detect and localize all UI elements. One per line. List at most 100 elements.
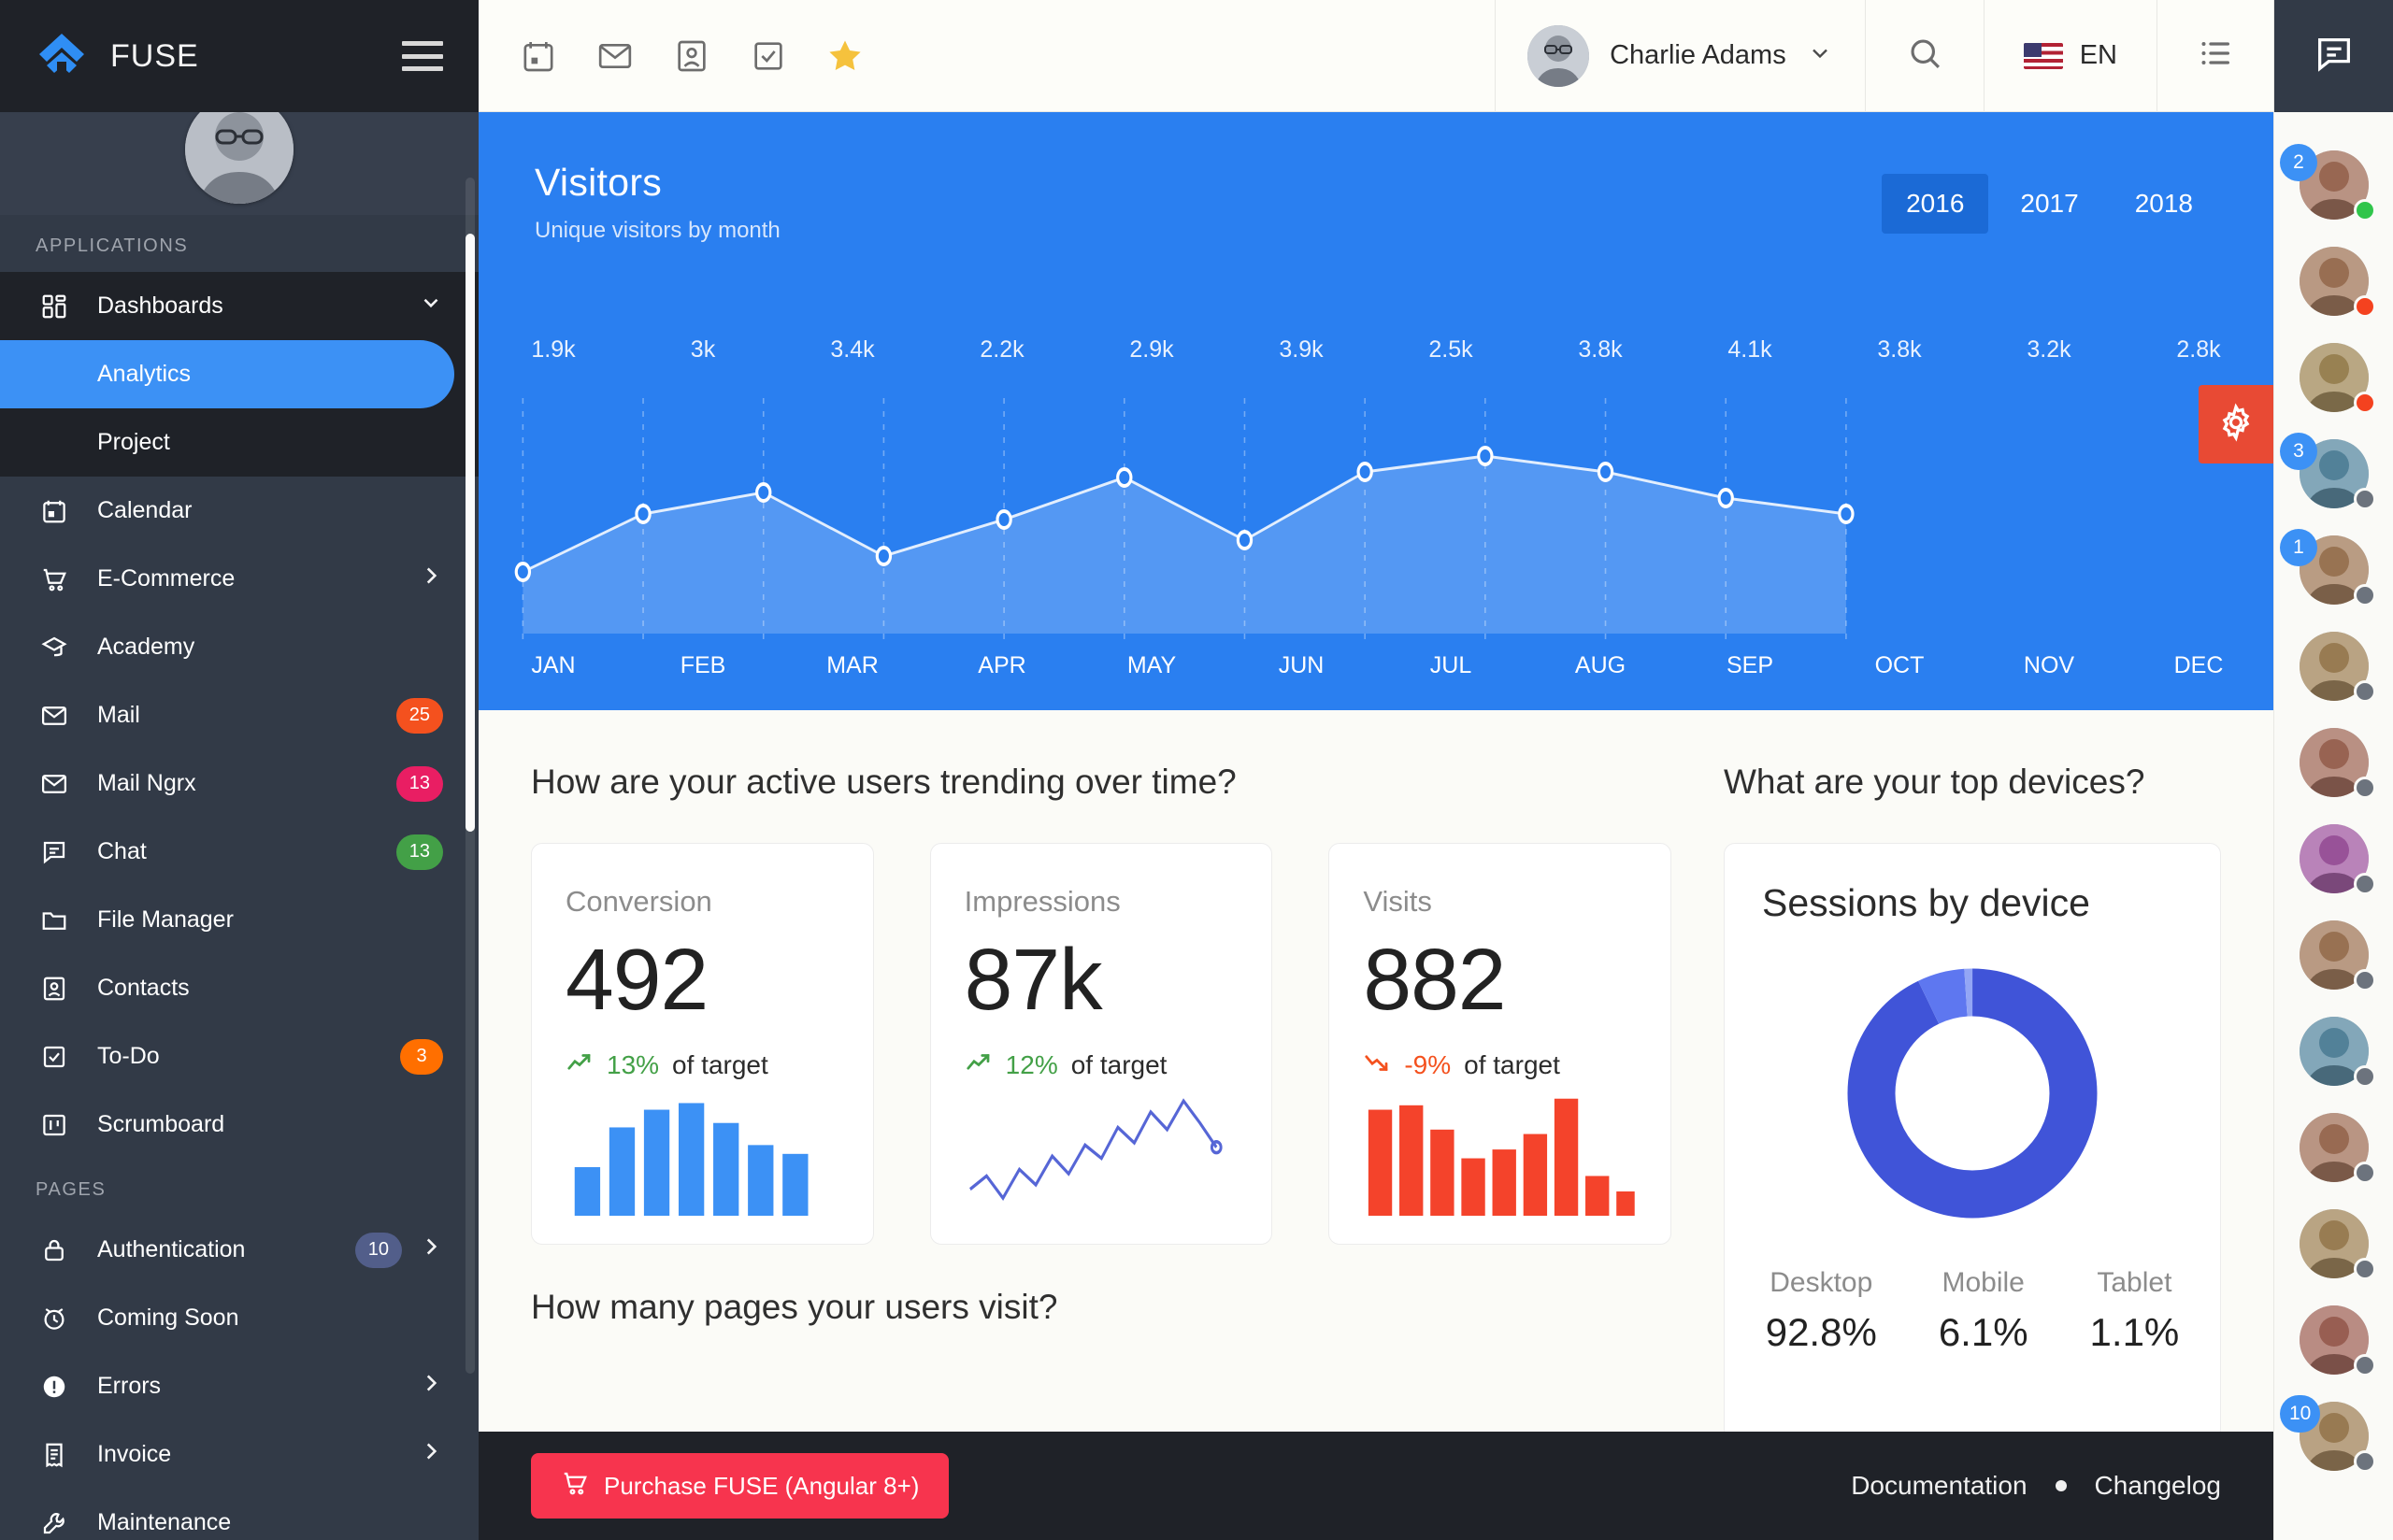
tab-2017[interactable]: 2017: [1996, 174, 2102, 234]
device-legend-item: Mobile 6.1%: [1939, 1267, 2028, 1355]
user-menu-button[interactable]: Charlie Adams: [1495, 0, 1865, 112]
chat-contact-item[interactable]: 3: [2274, 425, 2393, 521]
trend-down-icon: [1363, 1048, 1391, 1083]
lock-icon: [36, 1232, 73, 1269]
list-icon: [2197, 35, 2234, 77]
sidebar-item-coming-soon[interactable]: Coming Soon: [0, 1284, 479, 1352]
sidebar-item-label: Mail: [97, 702, 140, 728]
chart-value-label: 3.2k: [2027, 336, 2071, 363]
sidebar-item-errors[interactable]: Errors: [0, 1352, 479, 1420]
footer-separator-dot: [2055, 1480, 2067, 1491]
card-visits[interactable]: Visits 882 -9% of target: [1328, 843, 1672, 1245]
tab-2016[interactable]: 2016: [1882, 174, 1989, 234]
chat-contact-item[interactable]: [2274, 714, 2393, 810]
chat-contact-item[interactable]: [2274, 810, 2393, 906]
chart-settings-button[interactable]: [2199, 385, 2273, 463]
chevron-down-icon: [419, 291, 443, 321]
sidebar-item-label: Invoice: [97, 1441, 172, 1467]
sidebar-item-calendar[interactable]: Calendar: [0, 477, 479, 545]
chat-contact-item[interactable]: [2274, 233, 2393, 329]
sidebar-item-ecommerce[interactable]: E-Commerce: [0, 545, 479, 613]
sidebar-item-analytics[interactable]: Analytics: [0, 340, 454, 408]
sidebar-item-label: Errors: [97, 1373, 162, 1399]
mail-icon: [36, 697, 73, 734]
academy-icon: [36, 629, 73, 666]
chart-x-label: JUN: [1278, 652, 1325, 678]
tab-2018[interactable]: 2018: [2111, 174, 2217, 234]
chat-contact-item[interactable]: 1: [2274, 521, 2393, 618]
question-devices: What are your top devices?: [1724, 763, 2145, 801]
mail-icon[interactable]: [593, 34, 638, 78]
app-root: FUSE APPLICATIONS Dashboards Analytics P…: [0, 0, 2393, 1540]
sidebar-item-authentication[interactable]: Authentication 10: [0, 1216, 479, 1284]
sidebar-item-todo[interactable]: To-Do 3: [0, 1022, 479, 1091]
card-value: 492: [566, 931, 709, 1028]
sessions-by-device-card[interactable]: Sessions by device Desktop 92.8% Mobile …: [1724, 843, 2221, 1441]
sidebar-item-maintenance[interactable]: Maintenance: [0, 1489, 479, 1540]
documentation-link[interactable]: Documentation: [1851, 1471, 2027, 1501]
device-value: 92.8%: [1765, 1310, 1877, 1354]
chat-panel-header[interactable]: [2274, 0, 2393, 112]
sidebar-item-mail-ngrx[interactable]: Mail Ngrx 13: [0, 749, 479, 818]
chart-value-label: 3.4k: [830, 336, 875, 363]
chat-unread-badge: 2: [2280, 144, 2317, 181]
chat-contact-item[interactable]: [2274, 329, 2393, 425]
chart-x-label: SEP: [1726, 652, 1774, 678]
sidebar-badge-todo: 3: [400, 1038, 443, 1075]
sidebar-item-label: Chat: [97, 838, 147, 864]
language-label: EN: [2079, 40, 2117, 70]
search-button[interactable]: [1864, 0, 1984, 112]
todo-icon[interactable]: [746, 34, 791, 78]
chat-contact-item[interactable]: 2: [2274, 136, 2393, 233]
chat-contact-item[interactable]: [2274, 1291, 2393, 1388]
language-switcher[interactable]: EN: [1983, 0, 2157, 112]
quick-panel-button[interactable]: [2157, 0, 2273, 112]
sidebar-item-mail[interactable]: Mail 25: [0, 681, 479, 749]
chat-contact-item[interactable]: [2274, 906, 2393, 1003]
visitors-area-chart: 1.9k 3k 3.4k 2.2k 2.9k 3.9k 2.5k 3.8k 4.…: [479, 336, 2273, 710]
card-delta-suffix: of target: [672, 1050, 768, 1080]
chat-contact-item[interactable]: [2274, 1003, 2393, 1099]
sidebar-item-contacts[interactable]: Contacts: [0, 954, 479, 1022]
chart-x-label: AUG: [1574, 652, 1626, 678]
star-icon[interactable]: [823, 34, 867, 78]
toolbar-shortcuts: [479, 34, 867, 78]
chevron-right-icon: [419, 563, 443, 594]
chart-value-labels: 1.9k 3k 3.4k 2.2k 2.9k 3.9k 2.5k 3.8k 4.…: [479, 336, 2273, 374]
chat-contact-item[interactable]: [2274, 1099, 2393, 1195]
chevron-down-icon: [1807, 40, 1833, 71]
chat-contact-item[interactable]: 10: [2274, 1388, 2393, 1484]
chat-contact-item[interactable]: [2274, 1195, 2393, 1291]
clock-icon: [36, 1300, 73, 1337]
card-impressions[interactable]: Impressions 87k 12% of target: [929, 843, 1273, 1245]
sidebar-scrollbar-thumb[interactable]: [466, 234, 475, 832]
sidebar-item-file-manager[interactable]: File Manager: [0, 886, 479, 954]
sidebar-item-label: Analytics: [97, 361, 192, 387]
sidebar-item-scrumboard[interactable]: Scrumboard: [0, 1091, 479, 1159]
purchase-fuse-button[interactable]: Purchase FUSE (Angular 8+): [531, 1453, 950, 1519]
changelog-link[interactable]: Changelog: [2095, 1471, 2221, 1501]
chat-unread-badge: 10: [2280, 1395, 2321, 1433]
devices-column: What are your top devices? Sessions by d…: [1671, 710, 2273, 1441]
sidebar-toggle-button[interactable]: [402, 41, 443, 71]
card-conversion[interactable]: Conversion 492 13% of target: [531, 843, 874, 1245]
chat-contact-item[interactable]: [2274, 618, 2393, 714]
status-badge: [2354, 295, 2376, 318]
sidebar-item-invoice[interactable]: Invoice: [0, 1420, 479, 1489]
calendar-icon[interactable]: [516, 34, 561, 78]
brand-title: FUSE: [110, 37, 199, 74]
sidebar-item-chat[interactable]: Chat 13: [0, 818, 479, 886]
sidebar-item-project[interactable]: Project: [0, 408, 479, 477]
wrench-icon: [36, 1504, 73, 1540]
status-badge: [2354, 1065, 2376, 1088]
sidebar-item-academy[interactable]: Academy: [0, 613, 479, 681]
scrumboard-icon: [36, 1106, 73, 1144]
sidebar-item-label: Maintenance: [97, 1509, 232, 1535]
contacts-icon[interactable]: [669, 34, 714, 78]
chart-category-labels: JAN FEB MAR APR MAY JUN JUL AUG SEP OCT …: [479, 652, 2273, 690]
question-pages: How many pages your users visit?: [531, 1288, 1058, 1326]
status-badge: [2354, 488, 2376, 510]
avatar: [1527, 24, 1590, 87]
sidebar-item-dashboards[interactable]: Dashboards: [0, 272, 479, 340]
chart-value-label: 1.9k: [531, 336, 576, 363]
